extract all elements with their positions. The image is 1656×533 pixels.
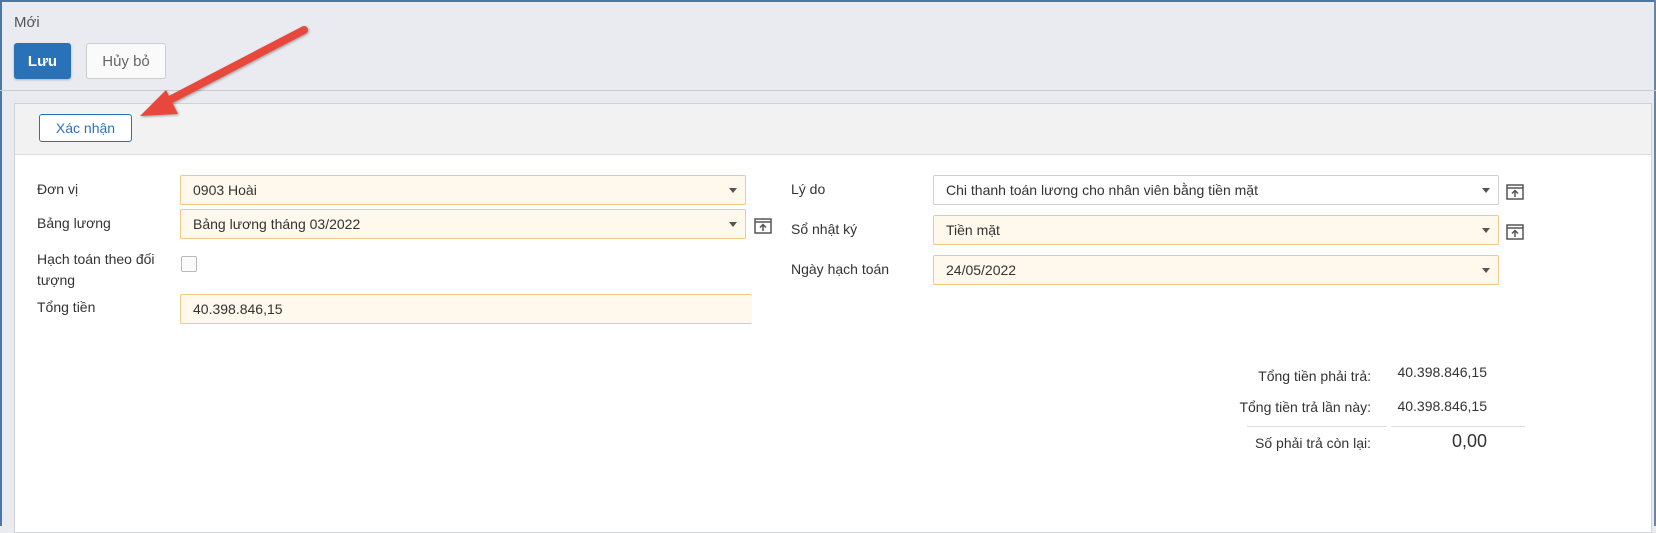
cancel-button[interactable]: Hủy bỏ <box>86 43 166 79</box>
window-left-border <box>0 0 2 526</box>
chevron-down-icon <box>1482 268 1490 273</box>
total-value: 40.398.846,15 <box>193 301 283 317</box>
payroll-value: Bảng lương tháng 03/2022 <box>193 216 361 232</box>
posting-date-value: 24/05/2022 <box>946 262 1017 278</box>
save-button[interactable]: Lưu <box>14 43 71 79</box>
breadcrumb: Mới <box>14 14 40 31</box>
total-label: Tổng tiền <box>37 299 96 315</box>
paid-this-time-label: Tổng tiền trả lần này: <box>1239 399 1371 415</box>
payroll-select[interactable]: Bảng lương tháng 03/2022 <box>180 209 746 239</box>
window-top-border <box>0 0 1656 2</box>
chevron-down-icon <box>729 222 737 227</box>
panel-toolbar: Xác nhận <box>15 104 1651 155</box>
account-by-object-label: Hạch toán theo đối tượng <box>37 251 155 288</box>
header-divider <box>0 90 1656 91</box>
total-input[interactable]: 40.398.846,15 <box>180 294 752 324</box>
journal-select[interactable]: Tiền mặt <box>933 215 1499 245</box>
form-panel: Xác nhận Đơn vị 0903 Hoài Bảng lương Bản… <box>14 103 1652 533</box>
reason-label: Lý do <box>791 181 826 197</box>
journal-value: Tiền mặt <box>946 222 1000 238</box>
account-by-object-checkbox[interactable] <box>181 256 197 272</box>
total-payable-value: 40.398.846,15 <box>1397 364 1487 380</box>
unit-label: Đơn vị <box>37 181 79 197</box>
remaining-label: Số phải trả còn lại: <box>1255 435 1371 451</box>
summary-divider <box>1247 426 1387 427</box>
reason-value: Chi thanh toán lương cho nhân viên bằng … <box>946 182 1258 198</box>
chevron-down-icon <box>1482 228 1490 233</box>
reason-select[interactable]: Chi thanh toán lương cho nhân viên bằng … <box>933 175 1499 205</box>
summary-divider <box>1391 426 1525 427</box>
remaining-value: 0,00 <box>1451 431 1487 451</box>
unit-select[interactable]: 0903 Hoài <box>180 175 746 205</box>
total-payable-label: Tổng tiền phải trả: <box>1258 368 1371 384</box>
paid-this-time-value: 40.398.846,15 <box>1397 398 1487 414</box>
open-external-icon[interactable] <box>753 216 773 236</box>
posting-date-picker[interactable]: 24/05/2022 <box>933 255 1499 285</box>
posting-date-label: Ngày hạch toán <box>791 261 890 277</box>
chevron-down-icon <box>1482 188 1490 193</box>
open-external-icon[interactable] <box>1505 222 1525 242</box>
open-external-icon[interactable] <box>1505 182 1525 202</box>
confirm-button[interactable]: Xác nhận <box>39 114 132 142</box>
payroll-label: Bảng lương <box>37 215 111 231</box>
journal-label: Sổ nhật ký <box>791 221 858 237</box>
unit-value: 0903 Hoài <box>193 182 257 198</box>
chevron-down-icon <box>729 188 737 193</box>
